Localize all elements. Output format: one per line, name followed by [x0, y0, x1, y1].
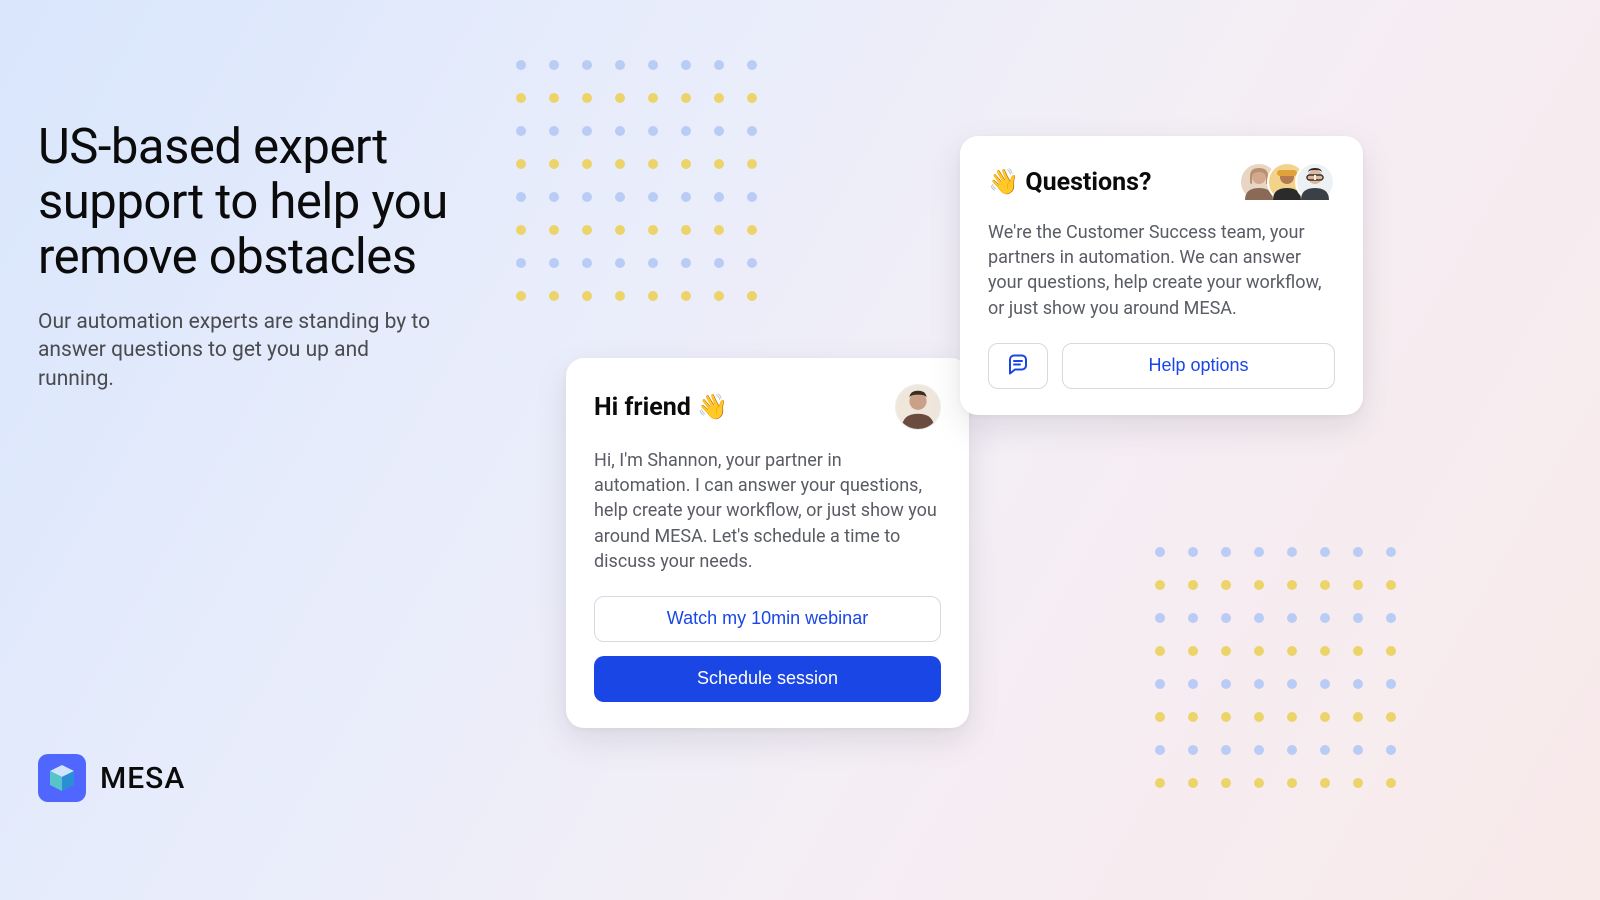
- team-avatar-stack: [1239, 162, 1335, 202]
- brand-lockup: MESA: [38, 754, 185, 802]
- brand-wordmark: MESA: [100, 761, 185, 796]
- decorative-dot-grid-bottom: [1155, 547, 1396, 788]
- partner-avatar: [895, 384, 941, 430]
- brand-logo-icon: [38, 754, 86, 802]
- hero-headline: US-based expert support to help you remo…: [38, 120, 478, 285]
- chat-icon-button[interactable]: [988, 343, 1048, 389]
- partner-card: Hi friend 👋 Hi, I'm Shannon, your partne…: [566, 358, 969, 728]
- hero-subtext: Our automation experts are standing by t…: [38, 308, 438, 393]
- questions-card-title: 👋 Questions?: [988, 168, 1151, 197]
- watch-webinar-button[interactable]: Watch my 10min webinar: [594, 596, 941, 642]
- questions-card: 👋 Questions? We're the Customer Success …: [960, 136, 1363, 415]
- partner-card-title: Hi friend 👋: [594, 393, 728, 422]
- help-options-button[interactable]: Help options: [1062, 343, 1335, 389]
- partner-card-body: Hi, I'm Shannon, your partner in automat…: [594, 448, 941, 574]
- chat-bubble-icon: [1006, 352, 1030, 379]
- schedule-session-button[interactable]: Schedule session: [594, 656, 941, 702]
- decorative-dot-grid-top: [516, 60, 757, 301]
- questions-card-body: We're the Customer Success team, your pa…: [988, 220, 1335, 321]
